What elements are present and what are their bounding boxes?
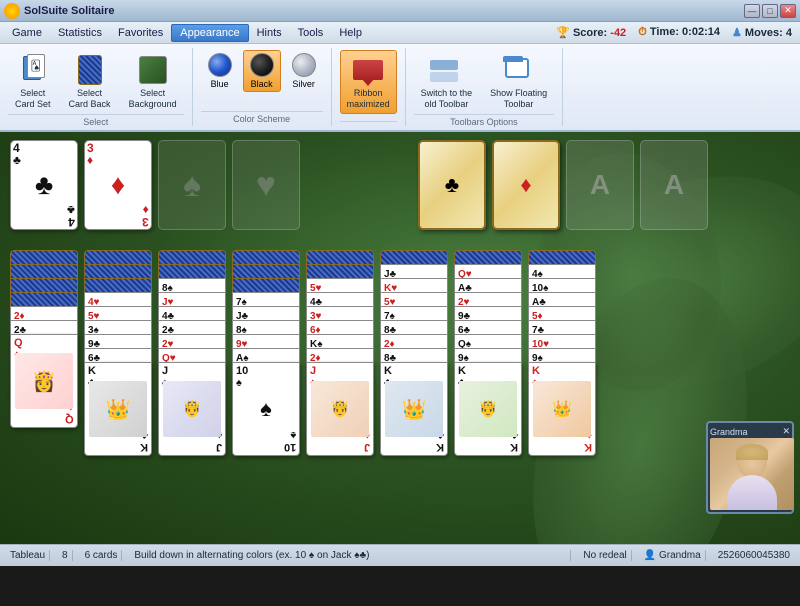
foundation-3[interactable]: A xyxy=(566,140,634,230)
black-scheme-button[interactable]: Black xyxy=(243,50,281,92)
time-display: ⏱ Time: 0:02:14 xyxy=(638,26,720,39)
blue-ball xyxy=(208,53,232,77)
tableau-col-4[interactable]: 7♠ J♣ 8♠ 9♥ A♠ 10♠ 10♠ ♠ xyxy=(232,250,300,490)
tableau-col-1[interactable]: 2♦ 2♣ Q♦ Q♦ 👸 xyxy=(10,250,78,470)
select-background-label: SelectBackground xyxy=(129,88,177,110)
top-stack-4[interactable]: ♥ xyxy=(232,140,300,230)
top-stack-2[interactable]: 3♦ 3♦ ♦ xyxy=(84,140,152,230)
silver-scheme-button[interactable]: Silver xyxy=(285,50,323,92)
ribbon-group-color-scheme: Blue Black Silver Color Scheme xyxy=(193,48,332,126)
card-back-icon xyxy=(74,54,106,86)
floating-icon xyxy=(503,54,535,86)
top-stack-1[interactable]: 4♣ 4♣ ♣ xyxy=(10,140,78,230)
ribbon-icon xyxy=(352,54,384,86)
id-status: 2526060045380 xyxy=(714,550,794,561)
ribbon-group-ribbon: Ribbonmaximized xyxy=(332,48,406,126)
menu-favorites[interactable]: Favorites xyxy=(110,25,171,41)
blue-label: Blue xyxy=(211,79,229,89)
select-background-button[interactable]: SelectBackground xyxy=(122,50,184,114)
menu-help[interactable]: Help xyxy=(331,25,370,41)
tableau-col-5[interactable]: 5♥ 4♣ 3♥ 6♦ K♠ 2♦ J♦ J♦ 🤴 xyxy=(306,250,374,510)
select-card-set-button[interactable]: 🂡 SelectCard Set xyxy=(8,50,58,114)
app-icon xyxy=(4,3,20,19)
show-floating-button[interactable]: Show FloatingToolbar xyxy=(483,50,554,114)
game-area: ♣ ♦ A A 4♣ 4♣ ♣ 3♦ 3♦ ♦ ♠ xyxy=(0,132,800,544)
show-floating-label: Show FloatingToolbar xyxy=(490,88,547,110)
ribbon-maximized-button[interactable]: Ribbonmaximized xyxy=(340,50,397,114)
cards-status: 6 cards xyxy=(81,550,123,561)
color-scheme-label: Color Scheme xyxy=(201,111,323,124)
black-ball xyxy=(250,53,274,77)
photo-display xyxy=(710,438,794,510)
ribbon: 🂡 SelectCard Set SelectCard Back SelectB… xyxy=(0,44,800,132)
user-status: 👤 Grandma xyxy=(640,550,706,561)
top-stack-3[interactable]: ♠ xyxy=(158,140,226,230)
rule-status: Build down in alternating colors (ex. 10… xyxy=(130,550,571,561)
switch-toolbar-label: Switch to theold Toolbar xyxy=(421,88,473,110)
foundation-1[interactable]: ♣ xyxy=(418,140,486,230)
select-group-label: Select xyxy=(8,114,184,127)
game-type-status: Tableau xyxy=(6,550,50,561)
menu-tools[interactable]: Tools xyxy=(290,25,332,41)
close-button[interactable]: ✕ xyxy=(780,4,796,18)
tableau-col-8[interactable]: 4♠ 10♠ A♣ 5♦ 7♣ 10♥ 9♠ K♦ K♦ 👑 xyxy=(528,250,596,490)
ribbon-maximized-label: Ribbonmaximized xyxy=(347,88,390,110)
photo-widget-close[interactable]: ✕ xyxy=(782,426,790,437)
card-set-icon: 🂡 xyxy=(17,54,49,86)
photo-widget: Grandma ✕ xyxy=(706,421,794,514)
columns-status: 8 xyxy=(58,550,73,561)
app-title: SolSuite Solitaire xyxy=(24,5,114,17)
select-card-back-label: SelectCard Back xyxy=(69,88,111,110)
status-bar: Tableau 8 6 cards Build down in alternat… xyxy=(0,544,800,566)
toolbars-options-label: Toolbars Options xyxy=(414,114,555,127)
switch-icon xyxy=(430,54,462,86)
ribbon-group-label xyxy=(340,121,397,124)
maximize-button[interactable]: □ xyxy=(762,4,778,18)
minimize-button[interactable]: — xyxy=(744,4,760,18)
redeal-status: No redeal xyxy=(579,550,631,561)
blue-scheme-button[interactable]: Blue xyxy=(201,50,239,92)
menu-game[interactable]: Game xyxy=(4,25,50,41)
menu-hints[interactable]: Hints xyxy=(249,25,290,41)
select-card-set-label: SelectCard Set xyxy=(15,88,51,110)
moves-display: ♟ Moves: 4 xyxy=(732,26,792,39)
black-label: Black xyxy=(251,79,273,89)
select-card-back-button[interactable]: SelectCard Back xyxy=(62,50,118,114)
tableau-col-3[interactable]: 8♠ J♥ 4♣ 2♣ 2♥ Q♥ J♠ J♠ 🤴 xyxy=(158,250,226,510)
silver-label: Silver xyxy=(292,79,315,89)
switch-toolbar-button[interactable]: Switch to theold Toolbar xyxy=(414,50,480,114)
tableau-col-6[interactable]: J♣ K♥ 5♥ 7♠ 8♣ 2♦ 8♣ K♣ K♣ 👑 xyxy=(380,250,448,510)
foundation-4[interactable]: A xyxy=(640,140,708,230)
tableau-col-7[interactable]: Q♥ A♣ 2♥ 9♣ 6♣ Q♠ 9♠ K♣ K♣ 🤴 xyxy=(454,250,522,510)
window-controls[interactable]: — □ ✕ xyxy=(744,4,796,18)
silver-ball xyxy=(292,53,316,77)
ribbon-group-toolbars: Switch to theold Toolbar Show FloatingTo… xyxy=(406,48,564,126)
menu-statistics[interactable]: Statistics xyxy=(50,25,110,41)
ribbon-group-select: 🂡 SelectCard Set SelectCard Back SelectB… xyxy=(0,48,193,126)
tableau-col-2[interactable]: 4♥ 5♥ 3♠ 9♣ 6♣ K♣ K♣ 👑 xyxy=(84,250,152,490)
foundation-2[interactable]: ♦ xyxy=(492,140,560,230)
background-icon xyxy=(137,54,169,86)
user-icon: 👤 xyxy=(644,550,656,561)
title-bar: SolSuite Solitaire — □ ✕ xyxy=(0,0,800,22)
score-display: 🏆 Score: -42 xyxy=(556,26,626,39)
photo-widget-title: Grandma xyxy=(710,427,748,437)
menu-appearance[interactable]: Appearance xyxy=(171,24,248,42)
menu-bar: Game Statistics Favorites Appearance Hin… xyxy=(0,22,800,44)
